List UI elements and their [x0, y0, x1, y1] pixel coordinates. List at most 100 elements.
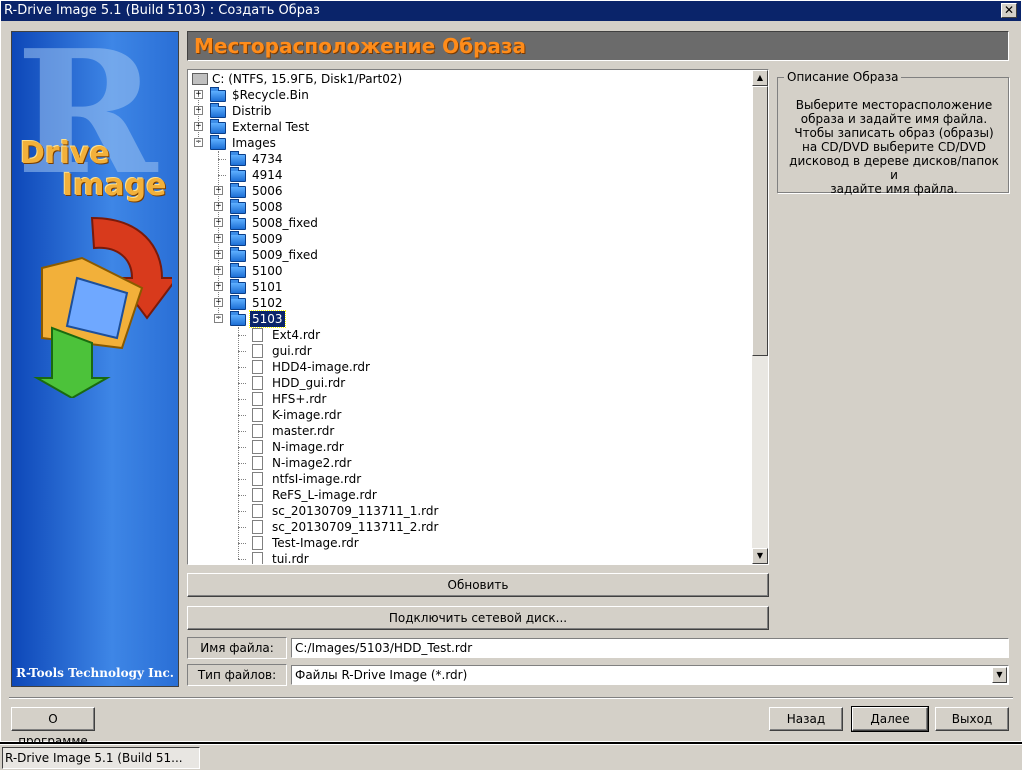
tree-item-label: External Test — [232, 120, 310, 134]
tree-folder-item[interactable]: +5006 — [188, 183, 748, 199]
tree-connector — [238, 383, 246, 384]
tree-item-label: 5100 — [252, 264, 283, 278]
folder-icon — [230, 183, 246, 198]
folder-icon — [210, 135, 226, 150]
about-button[interactable]: О программе — [11, 707, 95, 748]
tree-item-label: 5008_fixed — [252, 216, 318, 230]
tree-file-item[interactable]: HFS+.rdr — [188, 391, 748, 407]
tree-file-item[interactable]: Test-Image.rdr — [188, 535, 748, 551]
tree-item-label: ntfsI-image.rdr — [272, 472, 362, 486]
image-description-group: Описание Образа Выберите месторасположен… — [777, 70, 1009, 196]
tree-item-label: tui.rdr — [272, 552, 309, 565]
back-button[interactable]: Назад — [769, 707, 843, 731]
tree-connector — [238, 479, 246, 480]
tree-file-item[interactable]: HDD_gui.rdr — [188, 375, 748, 391]
tree-connector — [198, 95, 199, 143]
tree-file-item[interactable]: sc_20130709_113711_2.rdr — [188, 519, 748, 535]
tree-item-label: 5008 — [252, 200, 283, 214]
description-legend: Описание Образа — [784, 70, 902, 84]
folder-icon — [230, 263, 246, 278]
filetype-select[interactable]: Файлы R-Drive Image (*.rdr) ▼ — [291, 665, 1009, 685]
main-window: R-Drive Image 5.1 (Build 5103) : Создать… — [0, 0, 1022, 748]
close-icon[interactable]: ✕ — [1001, 3, 1017, 18]
map-network-drive-button[interactable]: Подключить сетевой диск... — [187, 606, 769, 630]
tree-connector — [238, 335, 246, 336]
tree-file-item[interactable]: sc_20130709_113711_1.rdr — [188, 503, 748, 519]
tree-folder-item[interactable]: +5008 — [188, 199, 748, 215]
tree-item-label: 5009_fixed — [252, 248, 318, 262]
tree-file-item[interactable]: Ext4.rdr — [188, 327, 748, 343]
tree-folder-item[interactable]: +5101 — [188, 279, 748, 295]
tree-folder-item[interactable]: +5102 — [188, 295, 748, 311]
tree-connector — [218, 159, 226, 160]
tree-folder-item[interactable]: −5103 — [188, 310, 748, 328]
tree-folder-item[interactable]: +5008_fixed — [188, 215, 748, 231]
description-text: Выберите месторасположение образа и зада… — [789, 98, 999, 196]
sidebar-logo-panel: R Drive Image R-Tools Technology Inc. — [11, 28, 179, 687]
scroll-down-icon[interactable]: ▼ — [752, 548, 768, 564]
tree-item-label: C: (NTFS, 15.9ГБ, Disk1/Part02) — [212, 72, 403, 86]
tree-connector — [238, 495, 246, 496]
file-icon — [252, 520, 263, 534]
tree-file-item[interactable]: N-image.rdr — [188, 439, 748, 455]
filename-input[interactable]: C:/Images/5103/HDD_Test.rdr — [291, 638, 1009, 658]
tree-scrollbar[interactable]: ▲ ▼ — [752, 70, 768, 564]
tree-folder-item[interactable]: 4914 — [188, 167, 748, 183]
tree-item-label: 4734 — [252, 152, 283, 166]
brand-text: R-Tools Technology Inc. — [16, 666, 174, 680]
tree-file-item[interactable]: HDD4-image.rdr — [188, 359, 748, 375]
tree-connector — [238, 431, 246, 432]
file-icon — [252, 536, 263, 550]
folder-icon — [210, 119, 226, 134]
folder-icon — [230, 151, 246, 166]
tree-item-label: Distrib — [232, 104, 272, 118]
tree-item-label: HDD_gui.rdr — [272, 376, 346, 390]
tree-folder-item[interactable]: +5100 — [188, 263, 748, 279]
file-icon — [252, 552, 263, 564]
scroll-thumb[interactable] — [752, 86, 768, 356]
refresh-button[interactable]: Обновить — [187, 573, 769, 597]
tree-folder-item[interactable]: +5009 — [188, 231, 748, 247]
tree-item-label: N-image2.rdr — [272, 456, 352, 470]
tree-file-item[interactable]: master.rdr — [188, 423, 748, 439]
tree-file-item[interactable]: tui.rdr — [188, 551, 748, 565]
exit-button[interactable]: Выход — [935, 707, 1009, 731]
tree-item-label: 5102 — [252, 296, 283, 310]
folder-tree[interactable]: C: (NTFS, 15.9ГБ, Disk1/Part02) + $Recycle… — [187, 69, 769, 565]
tree-connector — [238, 511, 246, 512]
tree-item-label: K-image.rdr — [272, 408, 342, 422]
tree-file-item[interactable]: gui.rdr — [188, 343, 748, 359]
tree-folder-item[interactable]: + $Recycle.Bin — [188, 87, 748, 103]
tree-connector — [238, 559, 246, 560]
tree-file-item[interactable]: ReFS_L-image.rdr — [188, 487, 748, 503]
tree-item-label: HFS+.rdr — [272, 392, 327, 406]
tree-connector — [238, 415, 246, 416]
tree-folder-item[interactable]: + Distrib — [188, 103, 748, 119]
folder-icon — [210, 103, 226, 118]
tree-file-item[interactable]: K-image.rdr — [188, 407, 748, 423]
next-button[interactable]: Далее — [851, 706, 929, 732]
tree-connector — [238, 351, 246, 352]
tree-folder-item[interactable]: +5009_fixed — [188, 247, 748, 263]
tree-folder-item[interactable]: 4734 — [188, 151, 748, 167]
tree-folder-item[interactable]: + External Test — [188, 119, 748, 135]
file-icon — [252, 472, 263, 486]
tree-drive-item[interactable]: C: (NTFS, 15.9ГБ, Disk1/Part02) — [188, 71, 748, 87]
taskbar-item[interactable]: R-Drive Image 5.1 (Build 51... — [2, 747, 200, 769]
file-icon — [252, 488, 263, 502]
tree-connector — [238, 447, 246, 448]
tree-connector — [238, 463, 246, 464]
file-icon — [252, 408, 263, 422]
folder-icon — [230, 295, 246, 310]
tree-file-item[interactable]: N-image2.rdr — [188, 455, 748, 471]
tree-folder-item[interactable]: − Images — [188, 135, 748, 151]
tree-content: C: (NTFS, 15.9ГБ, Disk1/Part02) + $Recycle… — [188, 70, 752, 564]
tree-connector — [218, 151, 219, 319]
folder-icon — [230, 231, 246, 246]
tree-file-item[interactable]: ntfsI-image.rdr — [188, 471, 748, 487]
chevron-down-icon[interactable]: ▼ — [992, 667, 1007, 683]
tree-item-label: sc_20130709_113711_1.rdr — [272, 504, 439, 518]
file-icon — [252, 424, 263, 438]
scroll-up-icon[interactable]: ▲ — [752, 70, 768, 86]
file-icon — [252, 360, 263, 374]
